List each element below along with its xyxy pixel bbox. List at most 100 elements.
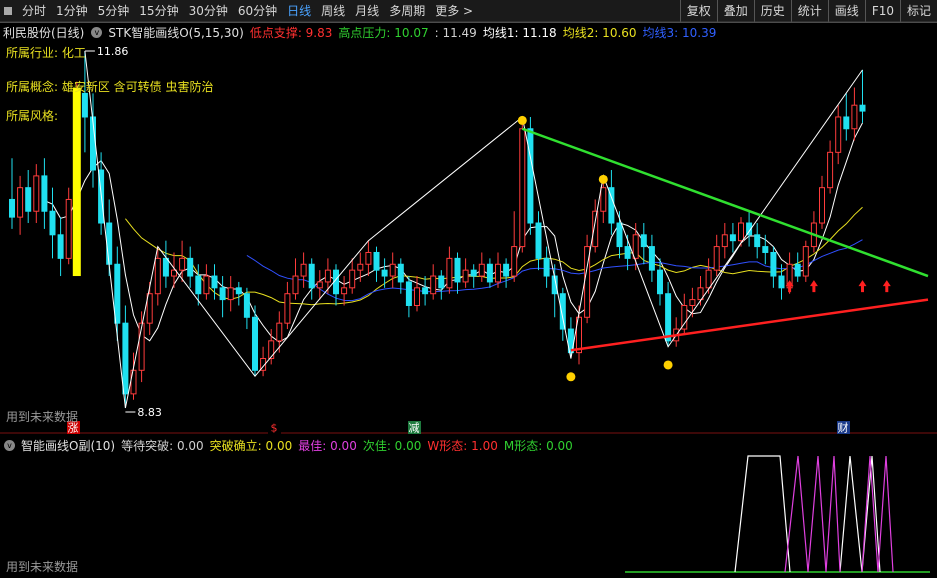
indicator-value: 均线2: 10.60	[562, 25, 637, 40]
sub-indicator-value: 最佳: 0.00	[298, 438, 357, 453]
candle-body	[114, 263, 121, 324]
candle-body	[794, 263, 801, 277]
candle-body	[503, 263, 510, 277]
candle-body	[705, 269, 712, 289]
sub-indicator-values: 等待突破: 0.00 突破确立: 0.00 最佳: 0.00 次佳: 0.00 W形态:…	[118, 437, 576, 454]
event-marker-label: $	[271, 422, 278, 435]
candle-body	[665, 293, 672, 342]
candle-body	[268, 340, 275, 360]
candle-body	[373, 251, 380, 271]
settings-circle-icon[interactable]: v	[4, 439, 15, 451]
candle-body	[640, 234, 647, 248]
candle-body	[211, 275, 218, 289]
indicator-value: : 11.49	[434, 25, 477, 40]
sub-indicator-value: 等待突破: 0.00	[121, 438, 204, 453]
candle-body	[616, 222, 623, 248]
candle-body	[843, 116, 850, 130]
candle-body	[624, 246, 631, 259]
candle-body	[729, 234, 736, 242]
candle-body	[389, 263, 396, 277]
candle-body	[162, 257, 169, 277]
attribute-line: 所属行业: 化工	[6, 44, 86, 61]
candle-body	[454, 257, 461, 283]
pivot-dot	[566, 372, 576, 382]
candle-body	[397, 263, 404, 283]
candle-body	[195, 275, 202, 295]
pivot-dot	[598, 174, 608, 184]
sub-indicator-header: v 智能画线O副(10) 等待突破: 0.00 突破确立: 0.00 最佳: 0.0…	[0, 436, 937, 454]
attribute-line: 所属风格:	[6, 107, 58, 124]
candle-body	[713, 246, 720, 271]
event-marker-label: 财	[838, 421, 849, 435]
candle-body	[827, 151, 834, 189]
settings-circle-icon[interactable]: v	[91, 26, 103, 38]
candle-body	[851, 104, 858, 130]
candle-body	[122, 322, 129, 395]
candle-body	[414, 287, 420, 306]
stock-title[interactable]: 利民股份(日线)	[0, 24, 87, 41]
candle-body	[535, 222, 542, 259]
candle-body	[154, 257, 161, 295]
candle-body	[527, 128, 534, 224]
buy-arrow-icon	[809, 280, 818, 293]
indicator-value: 低点支撑: 9.83	[249, 25, 333, 40]
attribute-value: 雄安新区 含可转债 虫害防治	[58, 80, 214, 94]
candle-body	[276, 322, 283, 342]
buy-arrow-icon	[882, 280, 891, 293]
candle-body	[81, 92, 88, 118]
candle-body	[308, 263, 315, 289]
support-trendline	[570, 298, 929, 352]
sub-indicator-value: 突破确立: 0.00	[209, 438, 293, 453]
indicator-value: 均线1: 11.18	[482, 25, 557, 40]
candle-body	[316, 281, 323, 289]
candle-body	[219, 287, 226, 301]
attribute-key: 所属风格:	[6, 109, 59, 123]
candle-body	[738, 222, 744, 242]
candle-body	[381, 269, 388, 277]
future-data-label-sub: 用到未来数据	[6, 560, 79, 574]
sub-indicator-name[interactable]: 智能画线O副(10)	[18, 437, 118, 454]
candle-body	[203, 275, 210, 295]
candle-body	[648, 246, 655, 271]
candle-body	[422, 287, 429, 295]
future-data-label-main: 用到未来数据	[6, 410, 79, 424]
candle-body	[405, 281, 412, 306]
buy-arrow-icon	[858, 280, 867, 293]
candle-body	[243, 293, 250, 318]
candle-body	[300, 263, 307, 277]
candle-body	[721, 234, 728, 248]
candle-body	[754, 234, 761, 248]
candle-body	[438, 275, 445, 289]
sub-w-signal	[734, 455, 791, 573]
candle-body	[252, 316, 258, 371]
candle-body	[430, 275, 437, 295]
indicator-values: 低点支撑: 9.83 高点压力: 10.07: 11.49 均线1: 11.18 均线…	[247, 24, 720, 41]
attribute-key: 所属行业:	[6, 46, 59, 60]
candle-body	[17, 187, 24, 218]
indicator-name[interactable]: STK智能画线O(5,15,30)	[105, 24, 246, 41]
candle-body	[470, 269, 477, 277]
candle-body	[187, 257, 194, 277]
candle-body	[57, 234, 64, 259]
candle-body	[543, 257, 550, 277]
candle-body	[341, 287, 348, 295]
candle-body	[41, 175, 48, 212]
candle-body	[657, 269, 663, 295]
candle-body	[365, 251, 372, 265]
candle-body	[835, 116, 842, 153]
candle-body	[859, 104, 866, 112]
candle-body	[138, 322, 145, 371]
main-indicator-header: 利民股份(日线) v STK智能画线O(5,15,30) 低点支撑: 9.83 高…	[0, 23, 937, 41]
attribute-key: 所属概念:	[6, 80, 59, 94]
candle-body	[106, 222, 113, 265]
candle-body	[235, 287, 242, 295]
candle-body	[632, 234, 639, 259]
candle-body	[25, 187, 32, 212]
candle-body	[802, 246, 809, 277]
sub-m-signal	[784, 455, 894, 573]
pivot-dot	[517, 115, 527, 125]
candle-body	[179, 257, 186, 271]
event-marker-label: 减	[409, 422, 420, 435]
candle-body	[65, 198, 72, 259]
attribute-value: 化工	[58, 46, 86, 60]
